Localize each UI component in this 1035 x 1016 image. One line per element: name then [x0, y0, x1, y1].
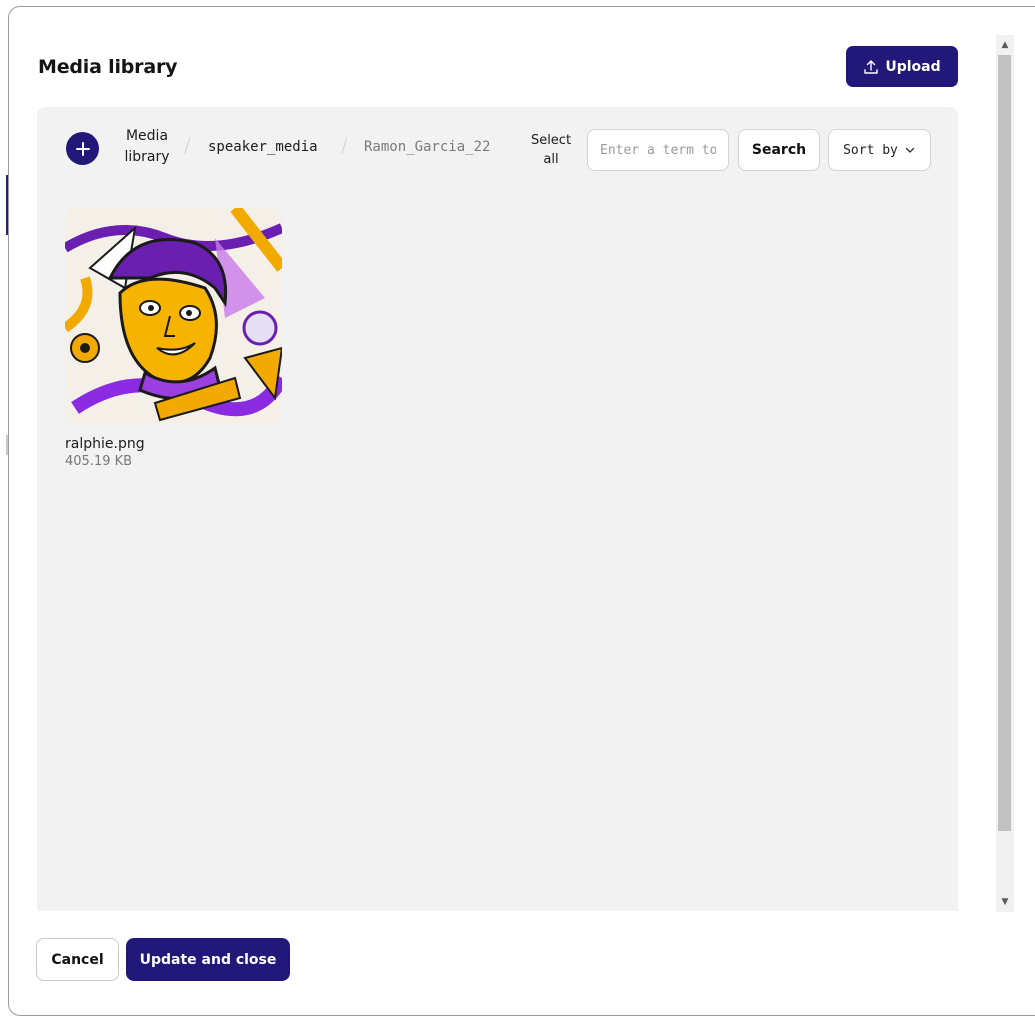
breadcrumb-separator: /	[184, 133, 191, 157]
add-folder-button[interactable]	[66, 132, 99, 165]
file-size: 405.19 KB	[65, 454, 133, 469]
media-card[interactable]: ralphie.png 405.19 KB	[65, 208, 282, 469]
search-button[interactable]: Search	[738, 129, 820, 171]
breadcrumb-media-library[interactable]: Media library	[118, 126, 176, 168]
upload-button[interactable]: Upload	[846, 46, 958, 87]
breadcrumb-current-folder: Ramon_Garcia_22	[364, 139, 491, 155]
sort-dropdown[interactable]: Sort by	[828, 129, 931, 171]
update-and-close-button[interactable]: Update and close	[126, 938, 290, 981]
chevron-down-icon	[905, 147, 915, 153]
upload-label: Upload	[885, 58, 941, 75]
cancel-button[interactable]: Cancel	[36, 938, 119, 981]
media-thumbnail[interactable]	[65, 208, 282, 425]
file-name: ralphie.png	[65, 436, 145, 452]
scroll-down-arrow-icon[interactable]: ▼	[996, 894, 1014, 910]
sort-label: Sort by	[843, 142, 898, 158]
plus-circle-icon	[75, 141, 90, 156]
modal-scrollbar[interactable]: ▲ ▼	[996, 35, 1014, 912]
background-page-strip	[0, 0, 9, 1005]
upload-icon	[864, 59, 879, 74]
search-input[interactable]	[587, 129, 729, 171]
breadcrumb-separator: /	[341, 133, 348, 157]
modal-title: Media library	[38, 56, 178, 78]
scroll-up-arrow-icon[interactable]: ▲	[996, 37, 1014, 53]
select-all-button[interactable]: Select all	[523, 131, 579, 169]
scrollbar-thumb[interactable]	[998, 55, 1011, 831]
breadcrumb-speaker-media[interactable]: speaker_media	[208, 139, 318, 155]
